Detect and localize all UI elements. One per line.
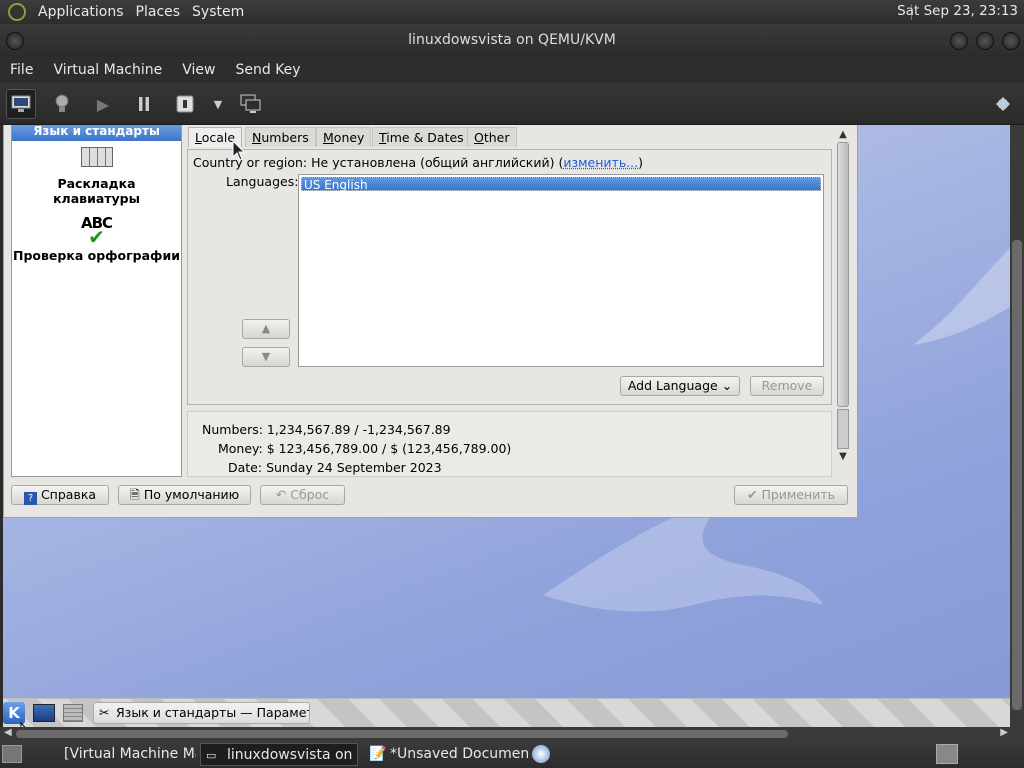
top-panel: Applications Places System Sat Sep 23, 2… — [0, 0, 1024, 24]
numbers-preview: Numbers: 1,234,567.89 / -1,234,567.89 — [202, 422, 451, 437]
tab-money[interactable]: Money — [316, 127, 372, 147]
sidebar-item-language[interactable]: Язык и стандарты — [12, 125, 181, 141]
fullscreen-icon[interactable] — [988, 89, 1018, 119]
vm-vertical-scrollbar[interactable] — [1010, 125, 1024, 727]
sidebar-item-keyboard[interactable]: Раскладка клавиатуры — [12, 141, 181, 206]
pause-icon[interactable] — [129, 89, 159, 119]
window-menu-icon[interactable] — [6, 32, 24, 50]
change-region-link[interactable]: изменить... — [563, 155, 638, 170]
remove-button[interactable]: Remove — [750, 376, 824, 396]
menu-file[interactable]: File — [0, 62, 43, 78]
languages-list[interactable]: US English — [298, 174, 824, 367]
scroll-thumb[interactable] — [1012, 240, 1022, 710]
sidebar-item-label: Раскладка клавиатуры — [53, 176, 140, 206]
add-language-button[interactable]: Add Language ⌄ — [620, 376, 740, 396]
console-icon[interactable] — [6, 89, 36, 119]
region-row: Country or region: Не установлена (общий… — [193, 155, 643, 170]
languages-label: Languages: — [226, 174, 299, 189]
close-icon[interactable] — [1002, 32, 1020, 50]
window-title: linuxdowsvista on QEMU/KVM — [408, 32, 616, 48]
power-icon[interactable] — [170, 89, 200, 119]
text-editor-icon: 📝 — [369, 746, 387, 762]
window-titlebar[interactable]: linuxdowsvista on QEMU/KVM — [0, 24, 1024, 57]
tab-numbers[interactable]: Numbers — [245, 127, 316, 147]
chevron-down-icon: ⌄ — [721, 378, 733, 393]
scroll-down-icon[interactable]: ▼ — [836, 451, 850, 462]
guest-kde-panel: K ✂ Язык и стандарты — Параметры — [3, 698, 1010, 727]
pager-icon[interactable] — [63, 704, 83, 722]
mouse-cursor-icon — [232, 140, 246, 161]
region-value: Не установлена (общий английский) ( — [311, 155, 564, 170]
tab-time-dates[interactable]: Time & Dates — [372, 127, 471, 147]
scroll-left-icon[interactable]: ◀ — [4, 727, 12, 738]
defaults-icon: 🗎 — [129, 487, 140, 502]
taskbar-item-editor[interactable]: 📝 *Unsaved Documen... — [366, 743, 528, 766]
list-item[interactable]: US English — [301, 177, 821, 192]
help-button[interactable]: ? Справка — [11, 485, 109, 505]
kde-menu-icon[interactable]: K — [3, 702, 25, 724]
wallpaper-swallow-wing-icon — [913, 245, 1013, 345]
scroll-thumb[interactable] — [837, 142, 849, 407]
snapshot-icon[interactable] — [236, 89, 266, 119]
keyboard-icon — [80, 147, 113, 167]
reset-button[interactable]: ↶ Сброс — [260, 485, 345, 505]
show-desktop-icon[interactable] — [2, 745, 22, 763]
host-taskbar: [Virtual Machine Ma... ▭linuxdowsvista o… — [0, 741, 1024, 768]
settings-scrollbar[interactable]: ▲ ▼ — [836, 129, 850, 479]
clock[interactable]: Sat Sep 23, 23:13 — [897, 3, 1018, 19]
money-preview: Money: $ 123,456,789.00 / $ (123,456,789… — [218, 441, 512, 456]
menu-send-key[interactable]: Send Key — [225, 62, 310, 78]
dropdown-icon[interactable]: ▼ — [203, 89, 233, 119]
menubar: File Virtual Machine View Send Key — [0, 57, 1024, 83]
lightbulb-icon[interactable] — [47, 89, 77, 119]
scroll-up-icon[interactable]: ▲ — [836, 129, 850, 140]
vm-horizontal-scrollbar[interactable]: ◀ ▶ — [0, 727, 1024, 741]
checkmark-icon: ✔ — [88, 225, 105, 249]
play-icon[interactable]: ▶ — [88, 89, 118, 119]
toolbar: ▶ ▼ — [0, 83, 1024, 125]
apply-check-icon: ✔ — [747, 487, 758, 502]
defaults-button[interactable]: 🗎 По умолчанию — [118, 485, 251, 505]
gnome-logo-icon[interactable] — [8, 3, 26, 21]
settings-tools-icon: ✂ — [99, 705, 110, 720]
help-icon: ? — [23, 492, 37, 505]
menu-view[interactable]: View — [172, 62, 225, 78]
guest-settings-window: Язык и стандарты Раскладка клавиатуры AB… — [3, 125, 858, 518]
tab-other[interactable]: Other — [467, 127, 517, 147]
guest-task-settings[interactable]: ✂ Язык и стандарты — Параметры — [93, 702, 310, 724]
region-label: Country or region: — [193, 155, 308, 170]
menu-system[interactable]: System — [186, 4, 250, 20]
reset-icon: ↶ — [275, 487, 287, 502]
move-up-button[interactable]: ▲ — [242, 319, 290, 339]
sidebar-item-label: Проверка орфографии — [13, 248, 180, 263]
menu-applications[interactable]: Applications — [32, 4, 130, 20]
menu-places[interactable]: Places — [130, 4, 187, 20]
taskbar-item-virt-manager[interactable]: [Virtual Machine Ma... — [40, 743, 196, 766]
taskbar-item-vm-console[interactable]: ▭ linuxdowsvista on ... — [200, 743, 358, 766]
console-icon: ▭ — [206, 749, 217, 762]
browser-icon[interactable] — [532, 745, 550, 763]
minimize-icon[interactable] — [950, 32, 968, 50]
settings-sidebar: Язык и стандарты Раскладка клавиатуры AB… — [11, 125, 182, 477]
sidebar-item-spellcheck[interactable]: ABC ✔ Проверка орфографии — [12, 216, 181, 264]
scroll-right-icon[interactable]: ▶ — [1000, 727, 1008, 738]
tray-monitor-icon[interactable] — [936, 744, 958, 764]
maximize-icon[interactable] — [976, 32, 994, 50]
apply-button[interactable]: ✔ Применить — [734, 485, 848, 505]
menu-virtual-machine[interactable]: Virtual Machine — [43, 62, 172, 78]
scroll-track[interactable] — [837, 409, 849, 449]
scroll-thumb[interactable] — [16, 730, 788, 738]
show-desktop-icon[interactable] — [33, 704, 55, 722]
move-down-button[interactable]: ▼ — [242, 347, 290, 367]
date-preview: Date: Sunday 24 September 2023 — [228, 460, 442, 475]
